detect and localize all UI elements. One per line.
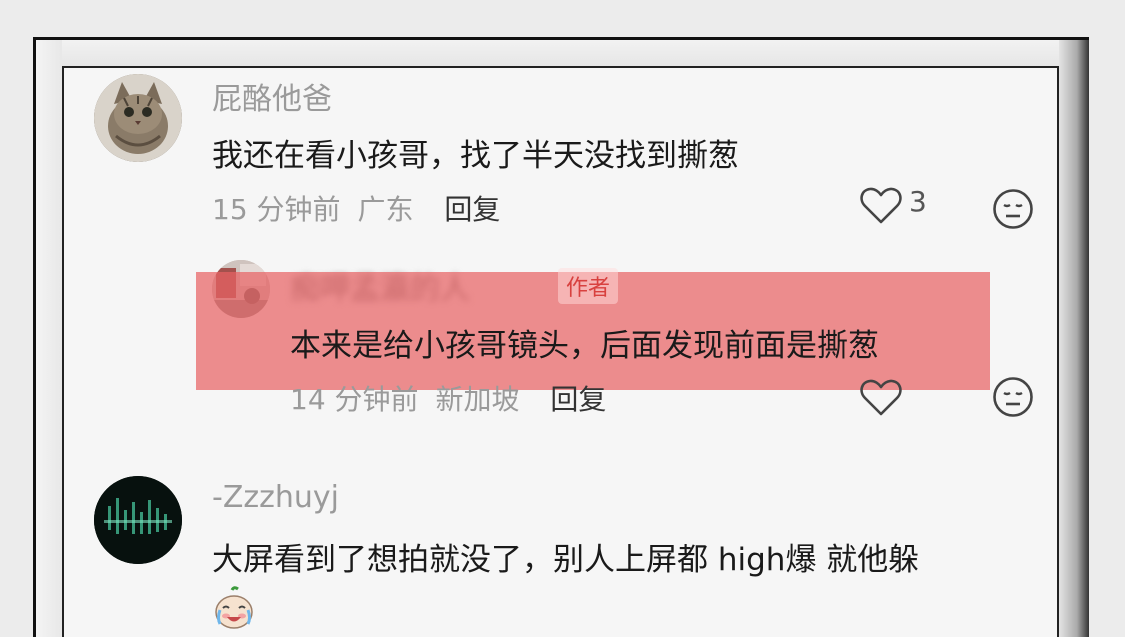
dark-matrix-avatar-icon [94, 476, 182, 564]
frame-right-bevel [1059, 40, 1089, 637]
comment-text: 我还在看小孩哥，找了半天没找到撕葱 [212, 138, 739, 174]
like-button[interactable]: 3 [859, 184, 927, 226]
neutral-face-icon [993, 189, 1033, 229]
cat-avatar-icon [94, 74, 182, 162]
comment-time: 14 分钟前 [290, 383, 419, 416]
comment-meta: 14 分钟前 新加坡 回复 [290, 378, 606, 418]
heart-icon [860, 379, 902, 416]
comment-location: 广东 [357, 193, 414, 226]
crying-laughing-emoji [212, 586, 256, 630]
neutral-face-icon [993, 377, 1033, 417]
comment-text: 大屏看到了想拍就没了，别人上屏都 high爆 就他躲 [212, 542, 920, 578]
reply-button[interactable]: 回复 [444, 193, 500, 226]
author-badge: 作者 [558, 268, 619, 304]
avatar[interactable] [94, 74, 182, 162]
username[interactable]: 屁酪他爸 [212, 74, 332, 118]
reply-button[interactable]: 回复 [550, 383, 606, 416]
like-button[interactable] [859, 378, 903, 418]
frame-top-bevel [36, 40, 1086, 66]
comment-location: 新加坡 [435, 383, 520, 416]
emoji-reaction-button[interactable] [992, 376, 1033, 417]
like-count: 3 [909, 184, 927, 218]
emoji-reaction-button[interactable] [992, 188, 1033, 229]
heart-icon [860, 187, 902, 224]
avatar[interactable] [94, 476, 182, 564]
username[interactable]: -Zzzhuyj [212, 480, 339, 515]
crying-laughing-emoji-icon [215, 586, 253, 629]
comment-time: 15 分钟前 [212, 193, 341, 226]
comment-meta: 15 分钟前 广东 回复 [212, 188, 500, 228]
frame-left-bevel [36, 40, 62, 637]
comment-list: 屁酪他爸 我还在看小孩哥，找了半天没找到撕葱 15 分钟前 广东 回复 3 作者… [62, 66, 1059, 637]
comment-text: 本来是给小孩哥镜头，后面发现前面是撕葱 [290, 328, 879, 364]
photo-stage: 屁酪他爸 我还在看小孩哥，找了半天没找到撕葱 15 分钟前 广东 回复 3 作者… [0, 0, 1125, 637]
